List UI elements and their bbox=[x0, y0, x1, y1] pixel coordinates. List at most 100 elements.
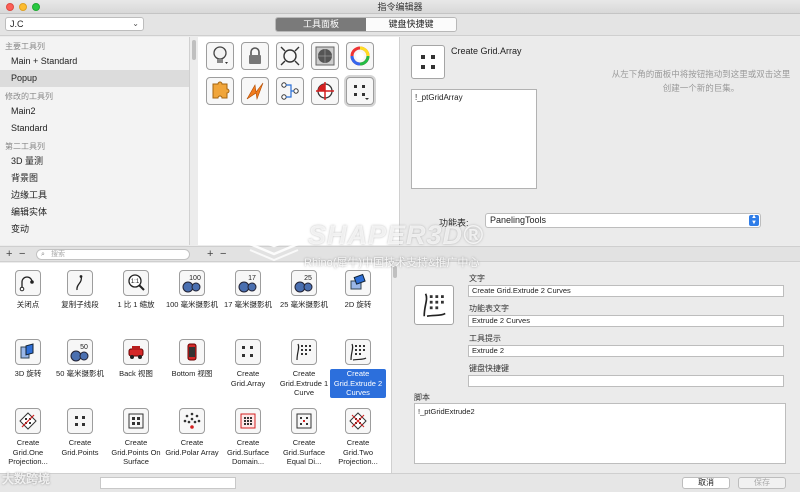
puzzle-icon[interactable] bbox=[206, 77, 234, 105]
text-field[interactable]: Create Grid.Extrude 2 Curves bbox=[468, 285, 784, 297]
function-table-label: 功能表: bbox=[439, 218, 469, 228]
text-label: 文字 bbox=[469, 274, 485, 283]
footer-bar: 取消 保存 bbox=[0, 473, 800, 492]
toolbar-list-scrollbar[interactable] bbox=[192, 40, 196, 60]
svg-text:17: 17 bbox=[248, 275, 256, 282]
menu-text-field[interactable]: Extrude 2 Curves bbox=[468, 315, 784, 327]
toolbar-item-solid-edit[interactable]: 编辑实体 bbox=[0, 204, 189, 221]
grid-extrude-2-icon bbox=[345, 339, 371, 365]
toolbar-item-main2[interactable]: Main2 bbox=[0, 103, 189, 120]
selected-button-macro[interactable]: !_ptGridArray bbox=[411, 89, 537, 189]
chevron-updown-icon: ⌄ bbox=[132, 19, 139, 28]
camera-25-icon: 25 bbox=[291, 270, 317, 296]
chevron-updown-icon: ▲ ▼ bbox=[749, 214, 759, 226]
command-item[interactable]: 17 17 毫米摄影机 bbox=[220, 270, 276, 310]
toolbar-item-3d-measure[interactable]: 3D 量测 bbox=[0, 153, 189, 170]
command-item[interactable]: 50 50 毫米摄影机 bbox=[52, 339, 108, 379]
command-item[interactable]: 100 100 毫米摄影机 bbox=[164, 270, 220, 310]
toolbar-file-select-value: J.C bbox=[10, 19, 24, 29]
save-button[interactable]: 保存 bbox=[738, 477, 786, 489]
remove-button-button[interactable]: − bbox=[220, 249, 226, 260]
menu-text-label: 功能表文字 bbox=[469, 304, 509, 313]
toolbar-item-transform[interactable]: 变动 bbox=[0, 221, 189, 238]
target-icon[interactable] bbox=[311, 77, 339, 105]
grid-array-icon[interactable] bbox=[346, 77, 374, 105]
toolbar-item-background[interactable]: 背景图 bbox=[0, 170, 189, 187]
command-item[interactable]: 复制子线段 bbox=[52, 270, 108, 310]
color-wheel-icon[interactable] bbox=[346, 42, 374, 70]
footer-filter-input[interactable] bbox=[100, 477, 236, 489]
minimize-window-button[interactable] bbox=[19, 3, 27, 11]
command-item[interactable]: Back 视图 bbox=[108, 339, 164, 379]
cancel-button[interactable]: 取消 bbox=[682, 477, 730, 489]
rotate-3d-icon bbox=[15, 339, 41, 365]
command-item[interactable]: 25 25 毫米摄影机 bbox=[276, 270, 332, 310]
command-item[interactable]: Create Grid.One Projection... bbox=[0, 408, 56, 467]
window-title: 指令编辑器 bbox=[377, 2, 423, 12]
group-header-main: 主要工具列 bbox=[5, 42, 45, 51]
command-item[interactable]: Create Grid.Points bbox=[52, 408, 108, 457]
command-item[interactable]: 关闭点 bbox=[0, 270, 56, 310]
toolbar-item-popup[interactable]: Popup bbox=[0, 70, 189, 87]
toolbar-item-edge-tools[interactable]: 边缘工具 bbox=[0, 187, 189, 204]
bottom-view-icon bbox=[179, 339, 205, 365]
render-sphere-icon[interactable] bbox=[311, 42, 339, 70]
grid-array-icon bbox=[235, 339, 261, 365]
copy-subcurve-icon bbox=[67, 270, 93, 296]
camera-100-icon: 100 bbox=[179, 270, 205, 296]
add-button-button[interactable]: + bbox=[207, 249, 213, 260]
command-palette-scrollbar[interactable] bbox=[393, 266, 397, 278]
search-input[interactable]: ⌕ 搜索 bbox=[36, 249, 190, 260]
command-item[interactable]: Create Grid.Extrude 1 Curve bbox=[276, 339, 332, 398]
command-icon-preview[interactable] bbox=[414, 285, 454, 325]
zoom-window-button[interactable] bbox=[32, 3, 40, 11]
group-header-secondary: 第二工具列 bbox=[5, 142, 45, 151]
command-item[interactable]: Create Grid.Surface Domain... bbox=[220, 408, 276, 467]
svg-text:25: 25 bbox=[304, 275, 312, 282]
toolbar-list: 主要工具列 Main + Standard Popup 修改的工具列 Main2… bbox=[0, 37, 190, 245]
svg-text:100: 100 bbox=[189, 275, 201, 282]
rotate-2d-icon bbox=[345, 270, 371, 296]
toolbar-item-standard[interactable]: Standard bbox=[0, 120, 189, 137]
function-table-select[interactable]: PanelingTools ▲ ▼ bbox=[485, 213, 761, 228]
grid-polar-icon bbox=[179, 408, 205, 434]
tooltip-field[interactable]: Extrude 2 bbox=[468, 345, 784, 357]
grid-one-projection-icon bbox=[15, 408, 41, 434]
command-item[interactable]: Create Grid.Array bbox=[220, 339, 276, 388]
command-item-selected[interactable]: Create Grid.Extrude 2 Curves bbox=[330, 339, 386, 398]
command-item[interactable]: Create Grid.Surface Equal Di... bbox=[276, 408, 332, 467]
lightbulb-icon[interactable] bbox=[206, 42, 234, 70]
grid-surface-domain-icon bbox=[235, 408, 261, 434]
close-window-button[interactable] bbox=[6, 3, 14, 11]
command-item[interactable]: 2D 旋转 bbox=[330, 270, 386, 310]
tab-toolbars[interactable]: 工具面板 bbox=[276, 18, 366, 31]
command-item[interactable]: Bottom 视图 bbox=[164, 339, 220, 379]
shortcut-field[interactable] bbox=[468, 375, 784, 387]
remove-toolbar-button[interactable]: − bbox=[19, 249, 25, 260]
drag-hint-text: 从左下角的面板中将按钮拖动到这里或双击这里创建一个新的巨集。 bbox=[611, 69, 791, 93]
zoom-extents-icon[interactable] bbox=[276, 42, 304, 70]
lightning-icon[interactable] bbox=[241, 77, 269, 105]
zoom-1to1-icon: 1:1 bbox=[123, 270, 149, 296]
node-graph-icon[interactable] bbox=[276, 77, 304, 105]
command-item[interactable]: 3D 旋转 bbox=[0, 339, 56, 379]
grid-surface-equal-icon bbox=[291, 408, 317, 434]
command-item[interactable]: 1:1 1 比 1 缩放 bbox=[108, 270, 164, 310]
close-point-icon bbox=[15, 270, 41, 296]
toolbar-item-main-standard[interactable]: Main + Standard bbox=[0, 53, 189, 70]
tooltip-label: 工具提示 bbox=[469, 334, 501, 343]
grid-points-icon bbox=[67, 408, 93, 434]
shortcut-label: 键盘快捷键 bbox=[469, 364, 509, 373]
script-field[interactable]: !_ptGridExtrude2 bbox=[414, 403, 786, 464]
grid-points-surface-icon bbox=[123, 408, 149, 434]
list-controls-bar: + − ⌕ 搜索 + − bbox=[0, 246, 800, 262]
command-item[interactable]: Create Grid.Two Projection... bbox=[330, 408, 386, 467]
toolbar-file-select[interactable]: J.C ⌄ bbox=[5, 17, 144, 31]
selected-button-icon[interactable] bbox=[411, 45, 445, 79]
add-toolbar-button[interactable]: + bbox=[6, 249, 12, 260]
lock-icon[interactable] bbox=[241, 42, 269, 70]
command-item[interactable]: Create Grid.Points On Surface bbox=[108, 408, 164, 467]
command-item[interactable]: Create Grid.Polar Array bbox=[164, 408, 220, 457]
window-controls bbox=[6, 3, 40, 11]
tab-keyboard-shortcuts[interactable]: 键盘快捷键 bbox=[366, 18, 456, 31]
